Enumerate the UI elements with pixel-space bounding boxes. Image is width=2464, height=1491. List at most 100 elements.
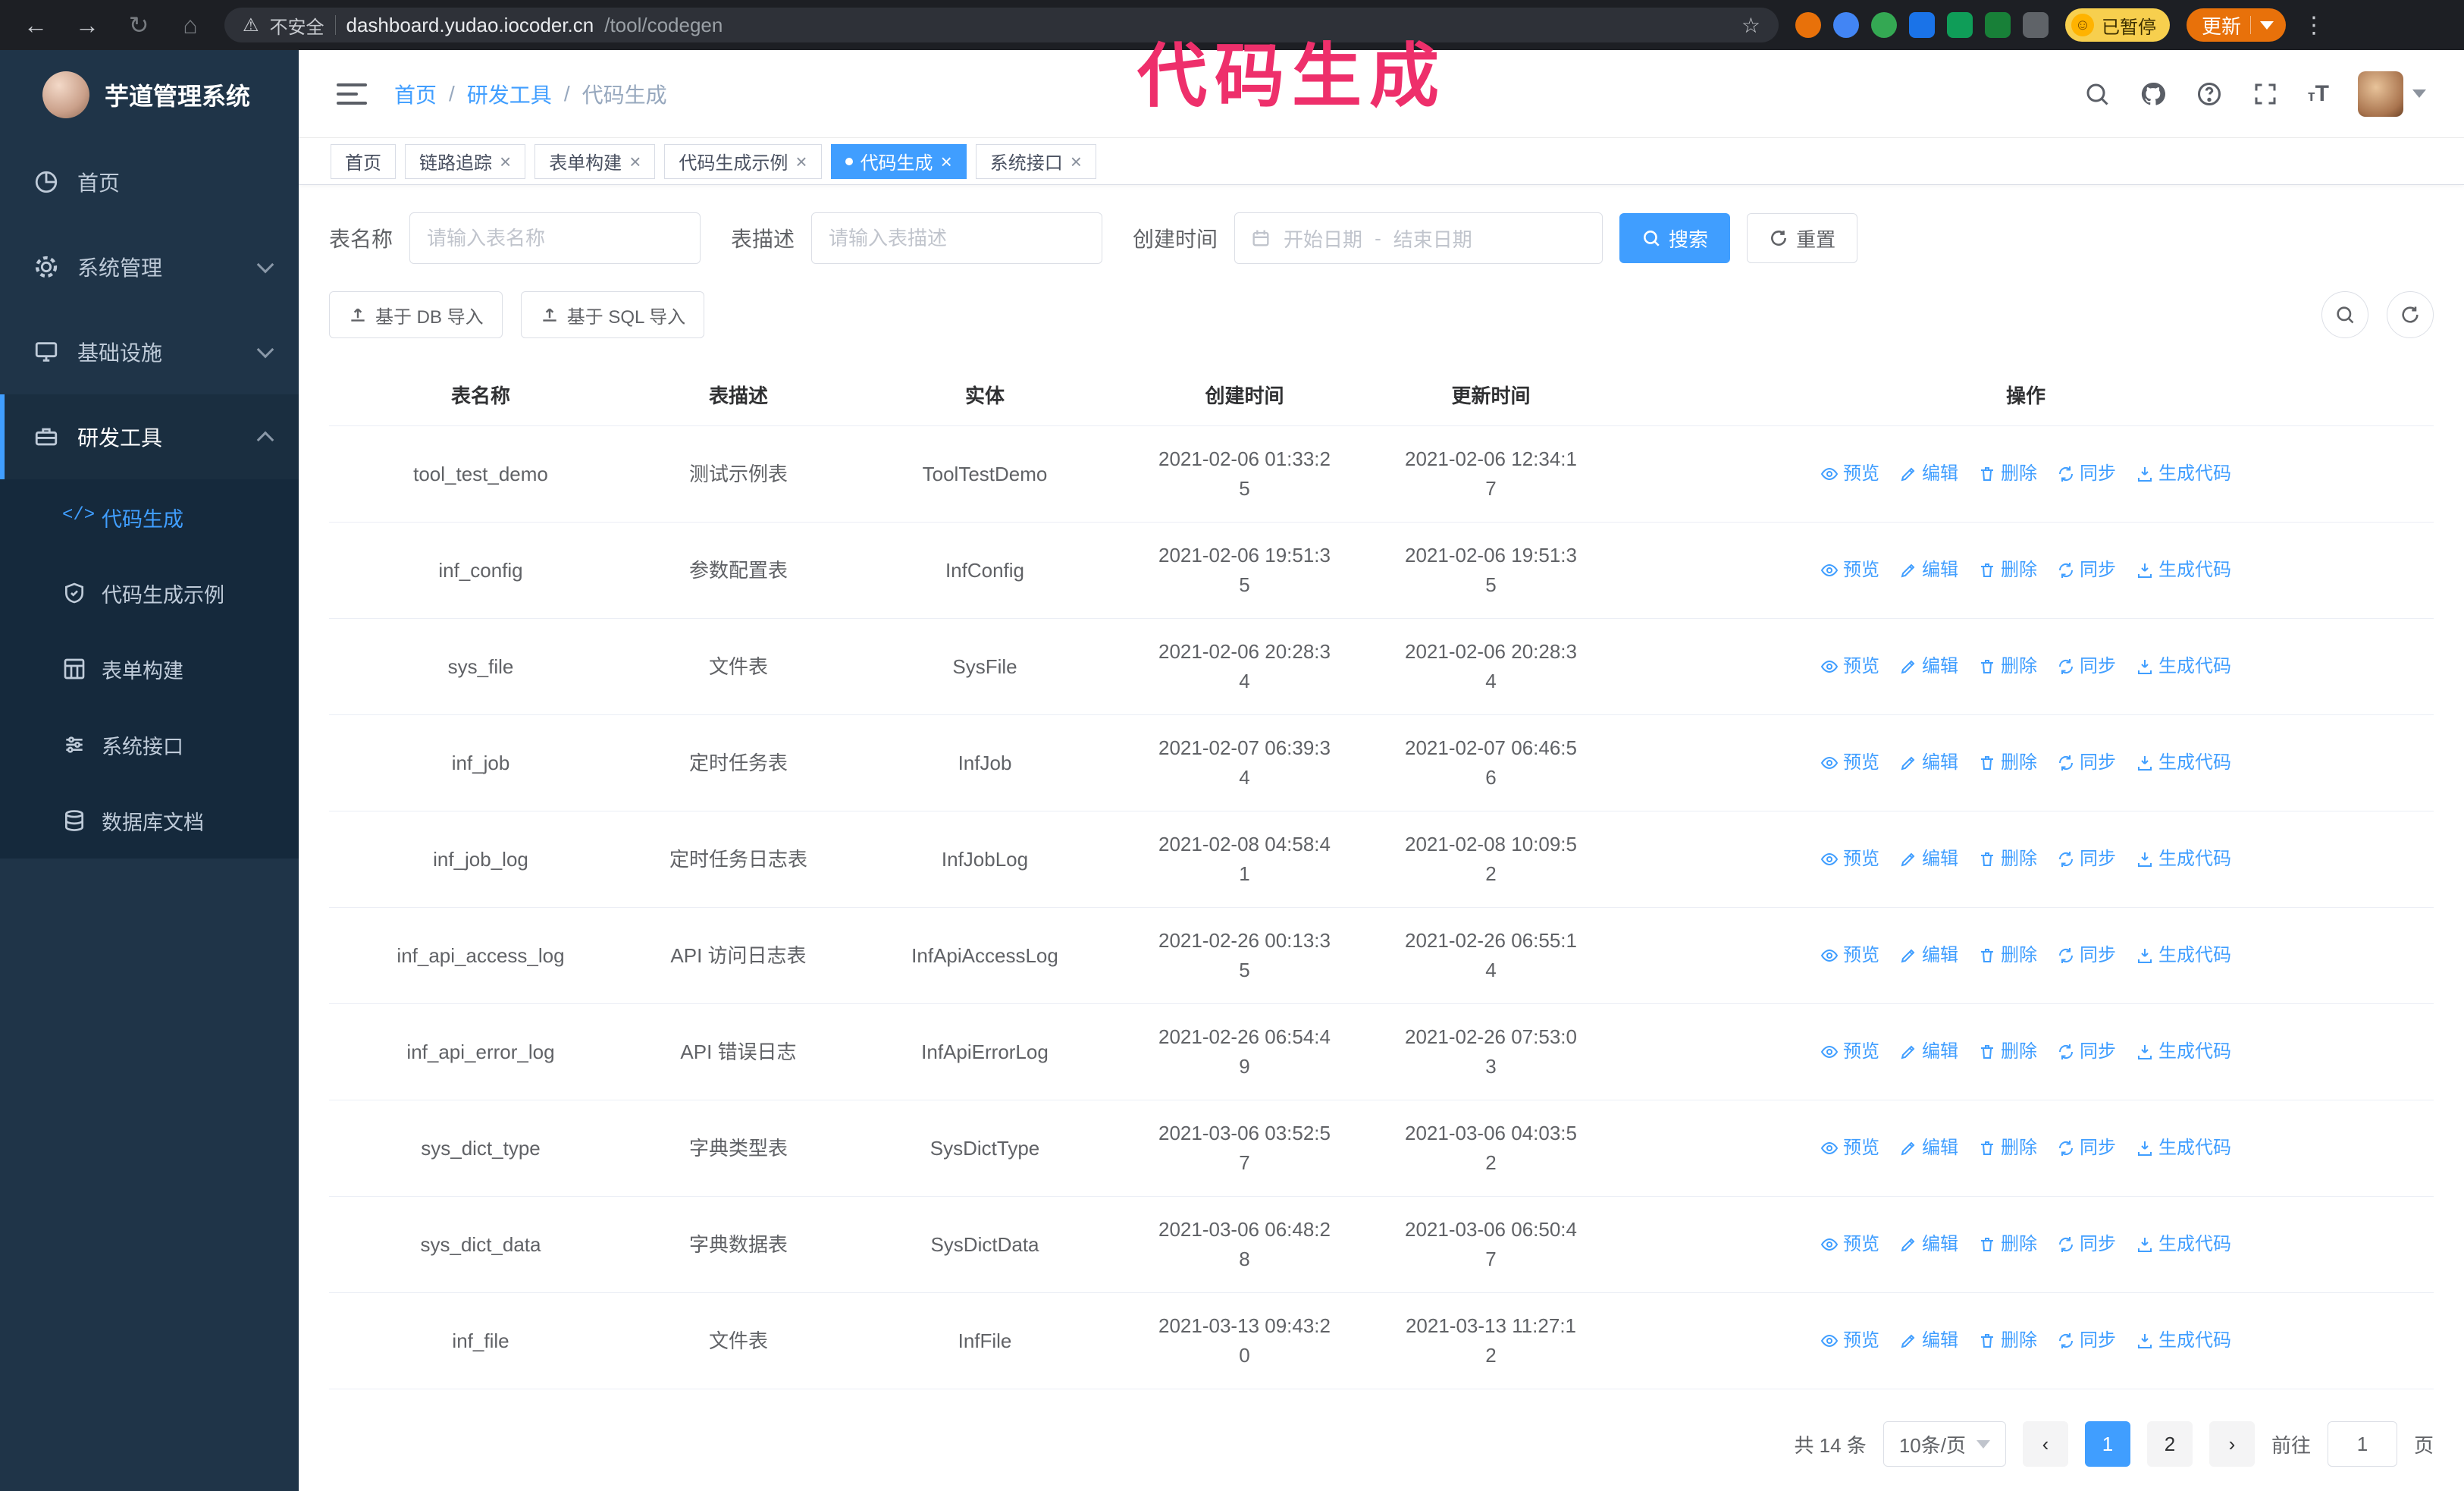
preview-link[interactable]: 预览 [1820,749,1879,777]
delete-link[interactable]: 删除 [1978,942,2037,969]
paused-badge[interactable]: ☺ 已暂停 [2065,8,2170,42]
reload-icon[interactable]: ↻ [121,8,156,42]
extension-icon[interactable] [1795,12,1821,38]
search-button[interactable]: 搜索 [1619,213,1731,263]
sync-link[interactable]: 同步 [2057,653,2116,680]
breadcrumb-home[interactable]: 首页 [394,79,437,109]
table-desc-input[interactable] [811,212,1103,264]
generate-code-link[interactable]: 生成代码 [2136,749,2231,777]
sync-link[interactable]: 同步 [2057,1135,2116,1162]
page-size-select[interactable]: 10条/页 [1882,1421,2006,1467]
preview-link[interactable]: 预览 [1820,846,1879,873]
help-icon[interactable] [2196,80,2223,108]
delete-link[interactable]: 删除 [1978,749,2037,777]
sync-link[interactable]: 同步 [2057,1038,2116,1066]
delete-link[interactable]: 删除 [1978,557,2037,584]
sidebar-item-system-api[interactable]: 系统接口 [0,707,299,783]
bookmark-star-icon[interactable]: ☆ [1741,13,1760,38]
github-icon[interactable] [2140,80,2167,108]
generate-code-link[interactable]: 生成代码 [2136,1135,2231,1162]
extension-icon[interactable] [1871,12,1897,38]
sidebar-item-codegen[interactable]: </> 代码生成 [0,479,299,555]
sync-link[interactable]: 同步 [2057,846,2116,873]
edit-link[interactable]: 编辑 [1899,1135,1958,1162]
close-icon[interactable]: × [795,152,807,171]
tab-system-api[interactable]: 系统接口 × [975,143,1096,179]
toggle-search-button[interactable] [2321,291,2368,338]
close-icon[interactable]: × [500,152,511,171]
table-name-input[interactable] [409,212,701,264]
sidebar-item-db-doc[interactable]: 数据库文档 [0,783,299,859]
tab-home[interactable]: 首页 [331,143,396,179]
edit-link[interactable]: 编辑 [1899,1327,1958,1354]
delete-link[interactable]: 删除 [1978,1135,2037,1162]
puzzle-extension-icon[interactable] [2023,12,2049,38]
generate-code-link[interactable]: 生成代码 [2136,1231,2231,1258]
user-menu[interactable] [2358,71,2426,117]
tab-codegen[interactable]: 代码生成 × [830,143,967,179]
generate-code-link[interactable]: 生成代码 [2136,942,2231,969]
import-db-button[interactable]: 基于 DB 导入 [329,291,503,338]
sync-link[interactable]: 同步 [2057,749,2116,777]
breadcrumb-devtools[interactable]: 研发工具 [467,79,552,109]
edit-link[interactable]: 编辑 [1899,749,1958,777]
edit-link[interactable]: 编辑 [1899,846,1958,873]
search-icon[interactable] [2083,80,2111,108]
preview-link[interactable]: 预览 [1820,1327,1879,1354]
extension-icon[interactable] [1833,12,1859,38]
generate-code-link[interactable]: 生成代码 [2136,653,2231,680]
address-bar[interactable]: ⚠ 不安全 dashboard.yudao.iocoder.cn /tool/c… [224,8,1779,42]
date-range-picker[interactable]: 开始日期 - 结束日期 [1234,212,1603,264]
close-icon[interactable]: × [1071,152,1082,171]
preview-link[interactable]: 预览 [1820,942,1879,969]
preview-link[interactable]: 预览 [1820,1135,1879,1162]
sync-link[interactable]: 同步 [2057,460,2116,488]
home-icon[interactable]: ⌂ [173,8,208,42]
preview-link[interactable]: 预览 [1820,557,1879,584]
generate-code-link[interactable]: 生成代码 [2136,460,2231,488]
edit-link[interactable]: 编辑 [1899,557,1958,584]
sidebar-item-form-build[interactable]: 表单构建 [0,631,299,707]
goto-page-input[interactable] [2327,1421,2397,1467]
close-icon[interactable]: × [941,152,952,171]
import-sql-button[interactable]: 基于 SQL 导入 [520,291,705,338]
sync-link[interactable]: 同步 [2057,942,2116,969]
prev-page-button[interactable]: ‹ [2022,1421,2068,1467]
generate-code-link[interactable]: 生成代码 [2136,557,2231,584]
page-button-1[interactable]: 1 [2084,1421,2130,1467]
back-icon[interactable]: ← [18,8,53,42]
delete-link[interactable]: 删除 [1978,1327,2037,1354]
edit-link[interactable]: 编辑 [1899,460,1958,488]
sidebar-item-system[interactable]: 系统管理 [0,224,299,309]
preview-link[interactable]: 预览 [1820,460,1879,488]
edit-link[interactable]: 编辑 [1899,1231,1958,1258]
generate-code-link[interactable]: 生成代码 [2136,1327,2231,1354]
sync-link[interactable]: 同步 [2057,1327,2116,1354]
extension-icon[interactable] [1909,12,1935,38]
delete-link[interactable]: 删除 [1978,1038,2037,1066]
delete-link[interactable]: 删除 [1978,460,2037,488]
sidebar-item-home[interactable]: 首页 [0,140,299,224]
extension-icon[interactable] [1985,12,2011,38]
generate-code-link[interactable]: 生成代码 [2136,1038,2231,1066]
next-page-button[interactable]: › [2209,1421,2255,1467]
sidebar-item-devtools[interactable]: 研发工具 [0,394,299,479]
delete-link[interactable]: 删除 [1978,1231,2037,1258]
tab-form-build[interactable]: 表单构建 × [534,143,656,179]
extension-icon[interactable] [1947,12,1973,38]
edit-link[interactable]: 编辑 [1899,653,1958,680]
refresh-table-button[interactable] [2387,291,2434,338]
sync-link[interactable]: 同步 [2057,1231,2116,1258]
delete-link[interactable]: 删除 [1978,653,2037,680]
page-button-2[interactable]: 2 [2146,1421,2193,1467]
close-icon[interactable]: × [629,152,641,171]
tab-codegen-example[interactable]: 代码生成示例 × [664,143,822,179]
font-size-icon[interactable]: тT [2308,81,2329,107]
sidebar-item-infra[interactable]: 基础设施 [0,309,299,394]
delete-link[interactable]: 删除 [1978,846,2037,873]
sidebar-item-codegen-example[interactable]: 代码生成示例 [0,555,299,631]
preview-link[interactable]: 预览 [1820,1038,1879,1066]
edit-link[interactable]: 编辑 [1899,1038,1958,1066]
update-button[interactable]: 更新 [2187,8,2287,42]
collapse-sidebar-icon[interactable] [337,83,367,105]
